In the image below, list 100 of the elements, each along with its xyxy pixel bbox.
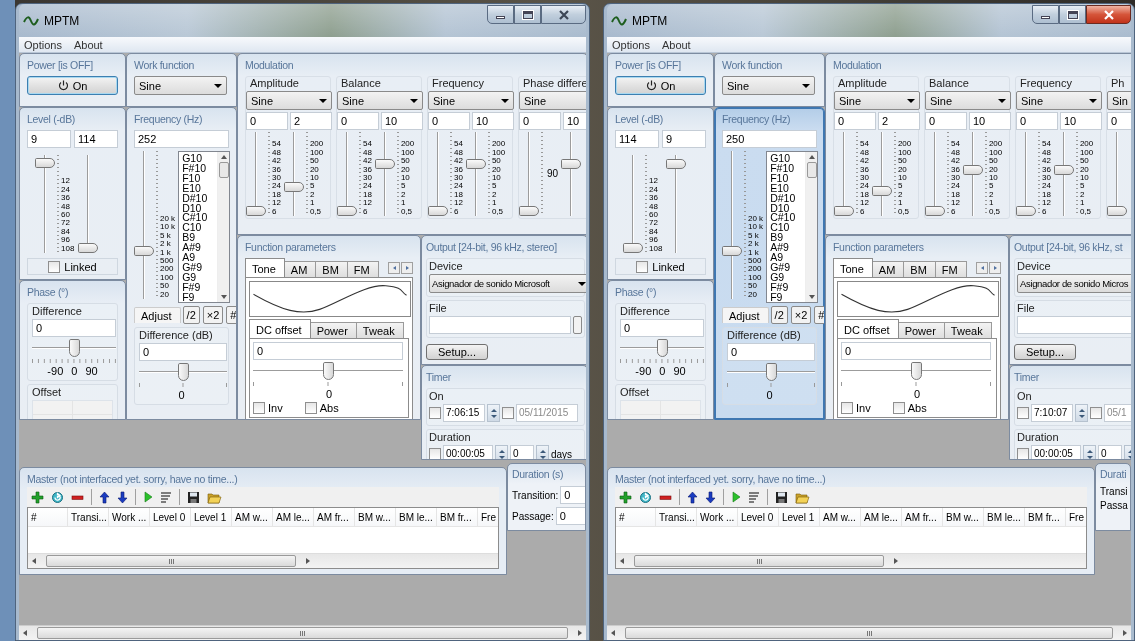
power-button[interactable]: On <box>615 76 706 95</box>
tab[interactable]: Tone <box>833 258 873 277</box>
text-field[interactable]: 00:00:05 <box>443 445 493 459</box>
column-header[interactable]: Transi... <box>656 508 697 526</box>
note-list[interactable]: G10 F#10 F10 E10 D#10 D10 C#10 C10 B9 A#9 A9 G#9 G9 F#9 F9 <box>766 151 819 303</box>
dropdown[interactable]: Sine <box>337 91 423 110</box>
power-button[interactable]: On <box>27 76 118 95</box>
menu-item[interactable]: About <box>661 38 691 51</box>
text-field[interactable]: 10 <box>969 112 1011 130</box>
list-item[interactable]: A#9 <box>770 243 806 254</box>
text-field[interactable]: 0 <box>620 319 704 337</box>
list-item[interactable]: A9 <box>770 253 806 263</box>
text-field[interactable]: 0 <box>428 112 470 130</box>
menu-item[interactable]: Options <box>612 38 650 51</box>
text-field[interactable]: 2 <box>878 112 920 130</box>
text-field[interactable]: 0 <box>139 343 227 361</box>
list-item[interactable]: G10 <box>182 154 218 164</box>
setup-button[interactable]: Setup... <box>1014 344 1076 360</box>
tab[interactable]: DC offset <box>837 319 899 338</box>
tab[interactable]: Power <box>897 322 945 338</box>
text-field[interactable]: 0 <box>1107 112 1131 130</box>
tab[interactable]: DC offset <box>249 319 311 338</box>
list-item[interactable]: C#10 <box>182 213 218 224</box>
tab[interactable]: FM <box>346 261 379 277</box>
list-item[interactable]: F9 <box>182 292 218 302</box>
text-field[interactable]: 0 <box>925 112 967 130</box>
text-field[interactable]: 0 <box>32 319 116 337</box>
list-item[interactable]: C#10 <box>770 213 806 224</box>
list-item[interactable]: C10 <box>182 223 218 234</box>
column-header[interactable]: BM w... <box>943 508 984 526</box>
list-item[interactable]: F#9 <box>182 282 218 293</box>
tab[interactable]: Tweak <box>355 322 404 338</box>
text-field[interactable]: 10 <box>472 112 514 130</box>
dropdown[interactable]: Sine <box>925 91 1011 110</box>
list-item[interactable]: D#10 <box>770 193 806 204</box>
text-field[interactable]: 250 <box>722 130 817 148</box>
column-header[interactable]: BM fr... <box>1025 508 1066 526</box>
text-field[interactable]: 0 <box>337 112 379 130</box>
column-header[interactable]: BM le... <box>396 508 437 526</box>
list-item[interactable]: A#9 <box>182 243 218 254</box>
column-header[interactable]: Level 0 <box>150 508 191 526</box>
dropdown[interactable]: Sine <box>134 76 227 95</box>
dropdown[interactable]: Sine <box>246 91 332 110</box>
text-field[interactable]: 0 <box>841 342 991 360</box>
dropdown[interactable]: Sine <box>834 91 920 110</box>
dropdown[interactable]: Sine <box>428 91 514 110</box>
column-header[interactable]: Work ... <box>697 508 738 526</box>
text-field[interactable]: 9 <box>662 130 706 148</box>
text-field[interactable]: 2 <box>290 112 332 130</box>
text-field[interactable]: 9 <box>27 130 71 148</box>
list-item[interactable]: G9 <box>770 272 806 283</box>
dropdown[interactable]: Sine <box>722 76 815 95</box>
freq-button[interactable]: ×2 <box>202 306 224 324</box>
list-item[interactable]: G#9 <box>770 262 806 273</box>
text-field[interactable]: 0 <box>519 112 561 130</box>
text-field[interactable]: 0 <box>834 112 876 130</box>
column-header[interactable]: Work ... <box>109 508 150 526</box>
list-item[interactable]: B9 <box>770 233 806 244</box>
column-header[interactable]: BM fr... <box>437 508 478 526</box>
list-item[interactable]: F10 <box>182 173 218 184</box>
column-header[interactable]: AM fr... <box>902 508 943 526</box>
list-item[interactable]: A9 <box>182 253 218 263</box>
freq-button[interactable]: /2 <box>770 306 788 324</box>
text-field[interactable]: 7:06:15 <box>443 404 485 422</box>
column-header[interactable]: AM w... <box>820 508 861 526</box>
column-header[interactable]: Transi... <box>68 508 109 526</box>
adjust-tab[interactable]: Adjust <box>722 307 769 323</box>
tab[interactable]: FM <box>934 261 967 277</box>
column-header[interactable]: BM w... <box>355 508 396 526</box>
list-item[interactable]: D#10 <box>182 193 218 204</box>
note-list[interactable]: G10 F#10 F10 E10 D#10 D10 C#10 C10 B9 A#9 A9 G#9 G9 F#9 F9 <box>178 151 231 303</box>
text-field[interactable]: 0 <box>727 343 815 361</box>
list-item[interactable]: D10 <box>182 203 218 214</box>
text-field[interactable]: 7:10:07 <box>1031 404 1073 422</box>
column-header[interactable]: BM le... <box>984 508 1025 526</box>
column-header[interactable]: Level 1 <box>191 508 232 526</box>
dropdown[interactable]: Asignador de sonido Microsoft <box>429 274 586 293</box>
text-field[interactable]: 0 <box>253 342 403 360</box>
text-field[interactable]: 05/1 <box>1104 404 1131 422</box>
list-item[interactable]: D10 <box>770 203 806 214</box>
text-field[interactable]: 0 <box>1098 445 1122 459</box>
text-field[interactable]: 00:00:05 <box>1031 445 1081 459</box>
list-item[interactable]: G#9 <box>182 262 218 273</box>
text-field[interactable]: 10 <box>1060 112 1102 130</box>
list-item[interactable]: F#10 <box>182 163 218 174</box>
tab[interactable]: BM <box>903 261 936 277</box>
text-field[interactable]: 10 <box>563 112 586 130</box>
text-field[interactable]: 114 <box>74 130 118 148</box>
text-field[interactable]: 0 <box>246 112 288 130</box>
setup-button[interactable]: Setup... <box>426 344 488 360</box>
tab[interactable]: BM <box>315 261 348 277</box>
list-item[interactable]: F#9 <box>770 282 806 293</box>
column-header[interactable]: # <box>28 508 68 526</box>
menu-item[interactable]: About <box>73 38 103 51</box>
freq-button[interactable]: /2 <box>182 306 200 324</box>
column-header[interactable]: AM fr... <box>314 508 355 526</box>
text-field[interactable]: 0 <box>555 507 585 525</box>
column-header[interactable]: Level 1 <box>779 508 820 526</box>
text-field[interactable]: 114 <box>615 130 659 148</box>
list-item[interactable]: B9 <box>182 233 218 244</box>
